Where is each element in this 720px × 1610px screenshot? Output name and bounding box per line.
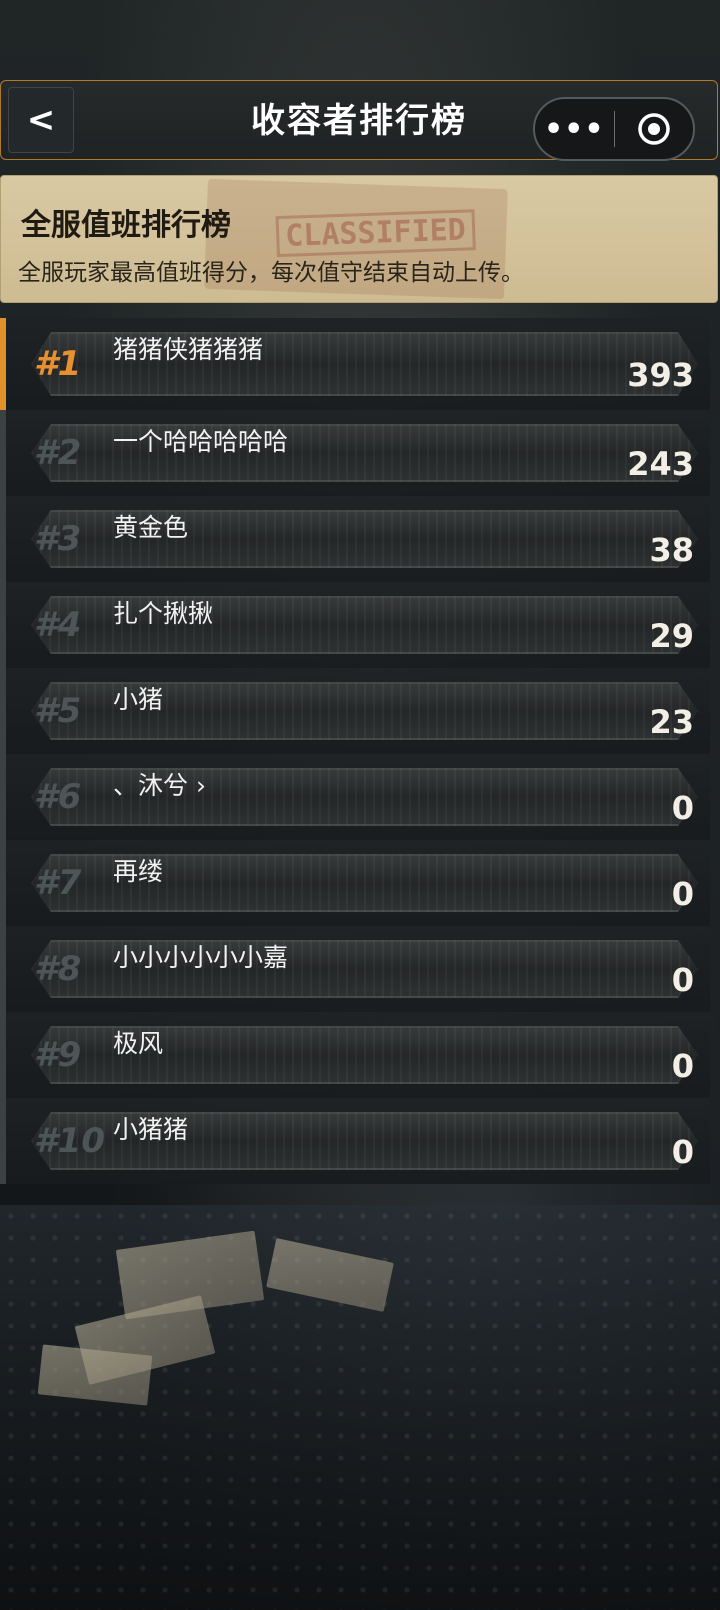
classified-stamp-text: CLASSIFIED <box>275 209 476 258</box>
player-score: 38 <box>649 531 694 569</box>
rank-label: #4 <box>34 605 82 645</box>
more-options-button[interactable]: ••• <box>535 99 614 159</box>
rank-label: #2 <box>34 433 82 473</box>
mini-program-capsule: ••• <box>533 97 695 161</box>
leaderboard-row[interactable]: #1 猪猪侠猪猪猪 393 <box>0 318 710 410</box>
player-name: 猪猪侠猪猪猪 <box>113 335 264 364</box>
player-score: 0 <box>671 875 694 913</box>
player-name: 小猪猪 <box>113 1115 189 1144</box>
player-score: 29 <box>649 617 694 655</box>
leaderboard-row[interactable]: #9 极风 0 <box>0 1012 710 1098</box>
rank-label: #3 <box>34 519 82 559</box>
leaderboard-row[interactable]: #7 再缕 0 <box>0 840 710 926</box>
player-name: 黄金色 <box>113 513 189 542</box>
player-score: 0 <box>671 1133 694 1171</box>
close-miniprogram-button[interactable] <box>615 99 694 159</box>
rank-label: #1 <box>34 344 82 384</box>
leaderboard-row[interactable]: #10 小猪猪 0 <box>0 1098 710 1184</box>
banner-title: 全服值班排行榜 <box>21 208 231 243</box>
player-score: 0 <box>671 1047 694 1085</box>
rank-label: #9 <box>34 1035 82 1075</box>
player-score: 393 <box>627 356 694 394</box>
top-navigation-bar: < 收容者排行榜 ••• <box>0 80 718 161</box>
leaderboard-list: #1 猪猪侠猪猪猪 393 #2 一个哈哈哈哈哈 243 #3 黄金色 38 #… <box>0 318 710 1184</box>
player-name: 一个哈哈哈哈哈 <box>113 427 289 456</box>
rank-label: #7 <box>34 863 82 903</box>
rank-label: #6 <box>34 777 82 817</box>
scattered-papers-decoration <box>37 1230 400 1410</box>
rank-label: #8 <box>34 949 82 989</box>
player-score: 23 <box>649 703 694 741</box>
player-name: 小小小小小小嘉 <box>113 943 289 972</box>
leaderboard-row[interactable]: #2 一个哈哈哈哈哈 243 <box>0 410 710 496</box>
target-circle-icon <box>638 113 670 145</box>
rank-label: #5 <box>34 691 82 731</box>
rank-label: #10 <box>34 1121 105 1161</box>
player-score: 0 <box>671 789 694 827</box>
player-score: 243 <box>627 445 694 483</box>
leaderboard-info-banner: CLASSIFIED 全服值班排行榜 全服玩家最高值班得分，每次值守结束自动上传… <box>0 175 718 303</box>
player-name: 小猪 <box>113 685 164 714</box>
leaderboard-row[interactable]: #4 扎个揪揪 29 <box>0 582 710 668</box>
player-score: 0 <box>671 961 694 999</box>
leaderboard-row[interactable]: #6 、沐兮 › 0 <box>0 754 710 840</box>
player-name: 扎个揪揪 <box>113 599 214 628</box>
leaderboard-row[interactable]: #3 黄金色 38 <box>0 496 710 582</box>
banner-description: 全服玩家最高值班得分，每次值守结束自动上传。 <box>18 260 524 286</box>
leaderboard-row[interactable]: #8 小小小小小小嘉 0 <box>0 926 710 1012</box>
player-name: 、沐兮 › <box>113 771 206 800</box>
player-name: 再缕 <box>113 857 164 886</box>
player-name: 极风 <box>113 1029 164 1058</box>
leaderboard-row[interactable]: #5 小猪 23 <box>0 668 710 754</box>
